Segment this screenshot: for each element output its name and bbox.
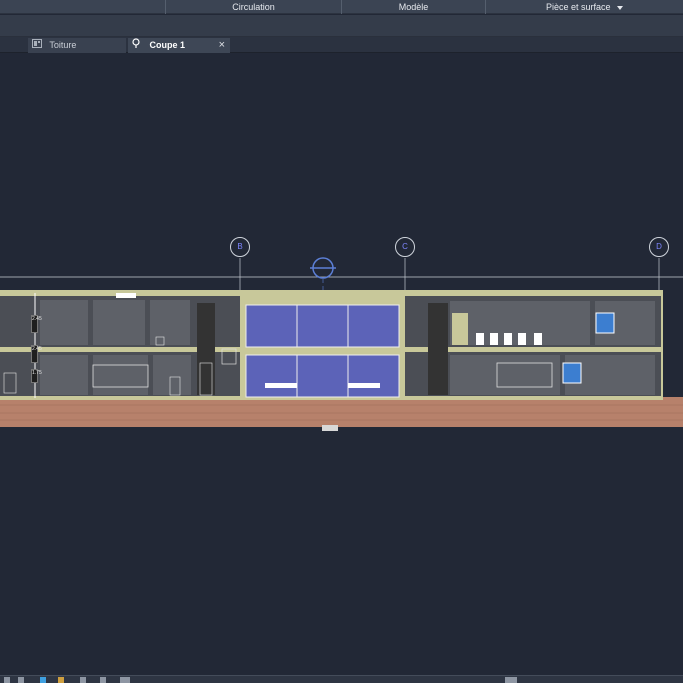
level-dimension-tag: 2.45	[31, 345, 42, 363]
section-view-canvas[interactable]: B C D 2.45 2.45 1.75	[0, 53, 683, 675]
ribbon-panel-bar: Circulation Modèle Pièce et surface	[0, 0, 683, 14]
chevron-down-icon[interactable]	[617, 5, 624, 10]
tab-toiture[interactable]: Toiture	[28, 38, 126, 53]
right-roof-slab	[405, 290, 662, 296]
right-ground-slab	[405, 396, 662, 400]
left-ground-slab	[0, 396, 240, 400]
building-section-drawing	[0, 257, 683, 431]
ribbon-panel-modele[interactable]: Modèle	[342, 0, 486, 14]
level-dimension-tag: 2.45	[31, 315, 42, 333]
section-view-icon	[132, 38, 142, 53]
view-control-bar	[0, 675, 683, 683]
sun-path-icon[interactable]	[58, 677, 64, 683]
ribbon-panel-label: Circulation	[232, 2, 275, 12]
floor-plan-icon	[32, 38, 42, 53]
footing	[322, 425, 338, 431]
right-stair-core	[428, 303, 448, 395]
ribbon-panel-piece-surface[interactable]: Pièce et surface	[486, 0, 683, 14]
left-skylight	[116, 293, 136, 298]
ribbon-panel-circulation[interactable]: Circulation	[166, 0, 342, 14]
ribbon-panel-label: Pièce et surface	[545, 2, 611, 12]
detail-level-icon[interactable]	[18, 677, 24, 683]
ribbon-panel-blank[interactable]	[0, 0, 166, 14]
tab-label: Toiture	[49, 40, 77, 50]
revit-window: Circulation Modèle Pièce et surface Toit…	[0, 0, 683, 683]
grid-bubble-c[interactable]: C	[395, 237, 415, 257]
close-icon[interactable]: ×	[219, 38, 225, 53]
crop-view-icon[interactable]	[80, 677, 86, 683]
upper-glazing	[245, 304, 400, 348]
left-stair-core	[197, 303, 215, 395]
visual-style-icon[interactable]	[40, 677, 46, 683]
right-window-lower	[562, 362, 582, 384]
level-dimension-tag: 1.75	[31, 369, 42, 383]
ribbon-toolbar-area	[0, 15, 683, 37]
lower-glazing	[245, 354, 400, 398]
scale-icon[interactable]	[4, 677, 10, 683]
ribbon-panel-label: Modèle	[398, 2, 429, 12]
grid-bubble-b[interactable]: B	[230, 237, 250, 257]
grid-bubble-d[interactable]: D	[649, 237, 669, 257]
scrollbar-thumb[interactable]	[505, 677, 517, 683]
tab-label: Coupe 1	[149, 40, 186, 50]
soil-layer	[0, 397, 683, 427]
view-tab-strip: Toiture Coupe 1 ×	[0, 37, 683, 53]
tab-coupe-1[interactable]: Coupe 1 ×	[128, 38, 230, 53]
reveal-hidden-icon[interactable]	[120, 677, 130, 683]
right-window-upper	[595, 312, 615, 334]
hide-isolate-icon[interactable]	[100, 677, 106, 683]
right-door	[452, 313, 468, 345]
